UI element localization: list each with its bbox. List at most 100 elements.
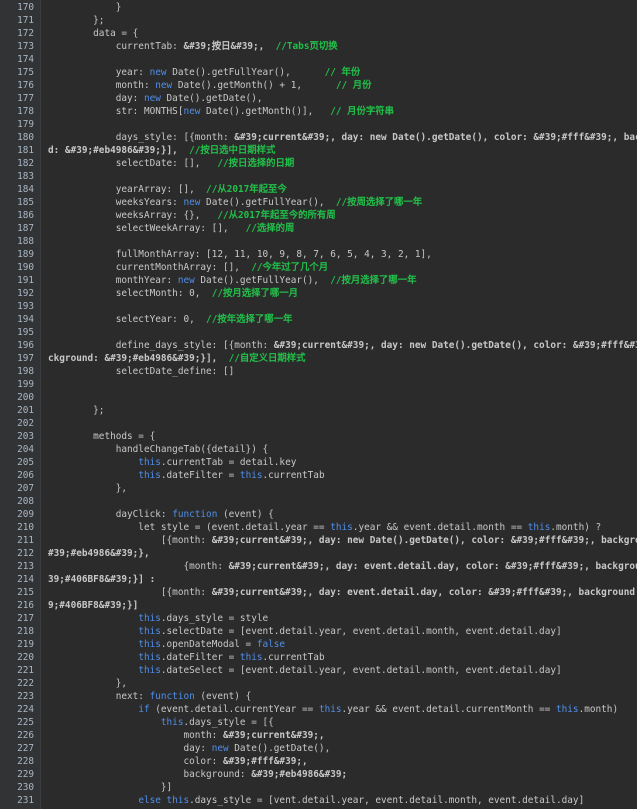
- code-line[interactable]: 220 this.dateFilter = this.currentTab: [0, 651, 637, 664]
- line-number: 215: [17, 587, 34, 598]
- code-token: methods = {: [48, 431, 156, 442]
- code-line[interactable]: 172 data = {: [0, 27, 637, 40]
- code-token: [{month:: [48, 535, 212, 546]
- code-token: function: [172, 509, 218, 520]
- code-line[interactable]: 217 this.days_style = style: [0, 612, 637, 625]
- code-line[interactable]: 224 if (event.detail.currentYear == this…: [0, 703, 637, 716]
- code-line[interactable]: 170 }: [0, 1, 637, 14]
- code-line[interactable]: 177 day: new Date().getDate(),: [0, 92, 637, 105]
- line-code: d: &#39;#eb4986&#39;}], //按日选中日期样式: [48, 144, 275, 157]
- code-line[interactable]: 202: [0, 417, 637, 430]
- line-code: weeksYears: new Date().getFullYear(), //…: [48, 196, 422, 209]
- code-line[interactable]: 173 currentTab: &#39;按日&#39;, //Tabs页切换: [0, 40, 637, 53]
- code-line[interactable]: 175 year: new Date().getFullYear(), // 年…: [0, 66, 637, 79]
- code-line[interactable]: 231 else this.days_style = [vent.detail.…: [0, 794, 637, 807]
- line-code: 9;#406BF8&#39;}]: [48, 599, 138, 612]
- code-line[interactable]: 189 fullMonthArray: [12, 11, 10, 9, 8, 7…: [0, 248, 637, 261]
- code-line[interactable]: 193: [0, 300, 637, 313]
- code-line[interactable]: 185 weeksYears: new Date().getFullYear()…: [0, 196, 637, 209]
- code-line[interactable]: 196 define_days_style: [{month: &#39;cur…: [0, 339, 637, 352]
- line-number: 173: [17, 41, 34, 52]
- code-line[interactable]: 192 selectMonth: 0, //按月选择了哪一月: [0, 287, 637, 300]
- code-line[interactable]: 188: [0, 235, 637, 248]
- line-number: 213: [17, 561, 34, 572]
- line-code: },: [48, 482, 127, 495]
- code-line[interactable]: 187 selectWeekArray: [], //选择的周: [0, 222, 637, 235]
- line-code: month: new Date().getMonth() + 1, // 月份: [48, 79, 372, 92]
- code-editor[interactable]: 170 } 171 }; 172 data = {173 currentTab: &…: [0, 0, 637, 809]
- code-line[interactable]: 174: [0, 53, 637, 66]
- code-token: .year && event.detail.currentMonth ==: [341, 704, 556, 715]
- line-number: 204: [17, 444, 34, 455]
- code-line[interactable]: 176 month: new Date().getMonth() + 1, //…: [0, 79, 637, 92]
- code-line[interactable]: 221 this.dateSelect = [event.detail.year…: [0, 664, 637, 677]
- code-line[interactable]: 182 selectDate: [], //按日选择的日期: [0, 157, 637, 170]
- code-token: new: [183, 197, 201, 208]
- code-line[interactable]: 212 #39;#eb4986&#39;},: [0, 547, 637, 560]
- code-token: this: [138, 639, 161, 650]
- line-number: 224: [17, 704, 34, 715]
- code-line[interactable]: 216 9;#406BF8&#39;}]: [0, 599, 637, 612]
- code-token: #39;#eb4986&#39;},: [48, 548, 150, 559]
- line-number: 206: [17, 470, 34, 481]
- code-line[interactable]: 206 this.dateFilter = this.currentTab: [0, 469, 637, 482]
- code-line[interactable]: 207 },: [0, 482, 637, 495]
- code-line[interactable]: 225 this.days_style = [{: [0, 716, 637, 729]
- code-line[interactable]: 204 handleChangeTab({detail}) {: [0, 443, 637, 456]
- code-line[interactable]: 219 this.openDateModal = false: [0, 638, 637, 651]
- line-code: day: new Date().getDate(),: [48, 92, 263, 105]
- code-line[interactable]: 191 monthYear: new Date().getFullYear(),…: [0, 274, 637, 287]
- line-number: 228: [17, 756, 34, 767]
- code-line[interactable]: 205 this.currentTab = detail.key: [0, 456, 637, 469]
- code-line[interactable]: 229 background: &#39;#eb4986&#39;: [0, 768, 637, 781]
- line-code: methods = {: [48, 430, 155, 443]
- code-line[interactable]: 218 this.selectDate = [event.detail.year…: [0, 625, 637, 638]
- line-number: 195: [17, 327, 34, 338]
- code-line[interactable]: 179: [0, 118, 637, 131]
- line-number: 187: [17, 223, 34, 234]
- code-token: this: [318, 704, 342, 715]
- code-line[interactable]: 208: [0, 495, 637, 508]
- code-line[interactable]: 181 d: &#39;#eb4986&#39;}], //按日选中日期样式: [0, 144, 637, 157]
- code-line[interactable]: 186 weeksArray: {}, //从2017年起至今的所有周: [0, 209, 637, 222]
- code-line[interactable]: 209 dayClick: function (event) {: [0, 508, 637, 521]
- code-token: this: [138, 665, 161, 676]
- code-line[interactable]: 230 }]: [0, 781, 637, 794]
- code-line[interactable]: 210 let style = (event.detail.year == th…: [0, 521, 637, 534]
- code-line[interactable]: 222 },: [0, 677, 637, 690]
- code-line[interactable]: 180 days_style: [{month: &#39;current&#3…: [0, 131, 637, 144]
- code-line[interactable]: 178 str: MONTHS[new Date().getMonth()], …: [0, 105, 637, 118]
- code-line[interactable]: 223 next: function (event) {: [0, 690, 637, 703]
- code-line[interactable]: 184 yearArray: [], //从2017年起至今: [0, 183, 637, 196]
- code-line[interactable]: 200: [0, 391, 637, 404]
- code-line[interactable]: 203 methods = {: [0, 430, 637, 443]
- code-token: new: [149, 67, 167, 78]
- code-line[interactable]: 228 color: &#39;#fff&#39;,: [0, 755, 637, 768]
- code-line[interactable]: 215 [{month: &#39;current&#39;, day: eve…: [0, 586, 637, 599]
- code-line[interactable]: 195: [0, 326, 637, 339]
- line-number: 182: [17, 158, 34, 169]
- code-token: .selectDate = [event.detail.year, event.…: [160, 626, 562, 637]
- code-line[interactable]: 198 selectDate_define: []: [0, 365, 637, 378]
- code-token: //按日选中日期样式: [189, 145, 276, 156]
- code-line[interactable]: 197 ckground: &#39;#eb4986&#39;}], //自定义日…: [0, 352, 637, 365]
- code-line[interactable]: 213 {month: &#39;current&#39;, day: even…: [0, 560, 637, 573]
- code-line[interactable]: 227 day: new Date().getDate(),: [0, 742, 637, 755]
- code-token: 9;#406BF8&#39;}]: [48, 600, 139, 611]
- line-code: define_days_style: [{month: &#39;current…: [48, 339, 637, 352]
- code-token: selectWeekArray: [],: [48, 223, 246, 234]
- code-token: new: [155, 80, 173, 91]
- code-line[interactable]: 190 currentMonthArray: [], //今年过了几个月: [0, 261, 637, 274]
- line-number: 231: [17, 795, 34, 806]
- line-code: selectYear: 0, //按年选择了哪一年: [48, 313, 293, 326]
- code-line[interactable]: 194 selectYear: 0, //按年选择了哪一年: [0, 313, 637, 326]
- code-line[interactable]: 183: [0, 170, 637, 183]
- code-line[interactable]: 199: [0, 378, 637, 391]
- code-token: new: [177, 275, 195, 286]
- code-line[interactable]: 201 };: [0, 404, 637, 417]
- code-line[interactable]: 226 month: &#39;current&#39;,: [0, 729, 637, 742]
- code-line[interactable]: 214 39;#406BF8&#39;}] :: [0, 573, 637, 586]
- code-line[interactable]: 171 };: [0, 14, 637, 27]
- code-line[interactable]: 211 [{month: &#39;current&#39;, day: new…: [0, 534, 637, 547]
